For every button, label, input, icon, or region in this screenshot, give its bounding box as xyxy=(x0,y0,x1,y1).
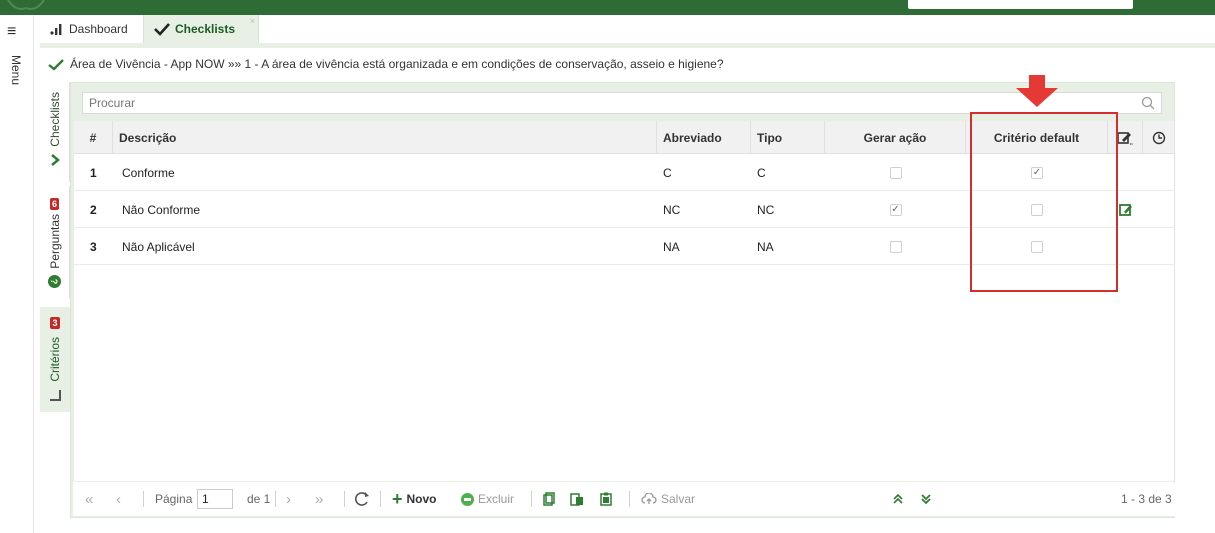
global-search-remnant[interactable] xyxy=(908,0,1133,9)
pager-toolbar: « ‹ Página de 1 › » + Novo Excluir Salva… xyxy=(73,482,1175,516)
cloud-upload-icon xyxy=(641,493,657,504)
refresh-icon[interactable] xyxy=(354,482,370,516)
row-number: 3 xyxy=(90,239,97,254)
row-tipo: NC xyxy=(757,202,775,217)
minus-circle-icon xyxy=(461,492,474,506)
criterios-count-badge: 3 xyxy=(50,317,60,329)
side-tab-criterios-label: Critérios xyxy=(48,337,62,382)
chevron-down-right-icon xyxy=(50,389,61,401)
bar-chart-icon xyxy=(50,24,62,35)
edit-icon xyxy=(1117,131,1133,145)
gerar-acao-checkbox[interactable]: ✓ xyxy=(889,203,902,216)
side-tab-checklists[interactable]: Checklists xyxy=(40,82,70,182)
side-tab-perguntas-label: Perguntas xyxy=(47,214,62,269)
tab-checklists-label: Checklists xyxy=(175,22,236,36)
save-button-label: Salvar xyxy=(661,492,696,506)
tab-bar: Dashboard Checklists × xyxy=(40,15,1215,43)
next-page-icon[interactable]: › xyxy=(286,482,291,516)
side-tab-criterios[interactable]: 3 Critérios xyxy=(40,307,70,412)
row-tipo: NA xyxy=(757,239,774,254)
red-arrow-annotation-icon xyxy=(1016,75,1058,107)
add-button-label: Novo xyxy=(406,492,437,506)
app-top-bar xyxy=(0,0,1215,15)
copy-icon[interactable] xyxy=(543,482,555,516)
gerar-acao-checkbox[interactable] xyxy=(889,240,902,253)
prev-page-icon[interactable]: ‹ xyxy=(116,482,121,516)
row-descricao: Não Aplicável xyxy=(122,239,195,254)
page-label: Página xyxy=(155,492,193,506)
delete-button[interactable]: Excluir xyxy=(461,482,514,516)
menu-label[interactable]: Menu xyxy=(9,55,23,85)
row-number: 1 xyxy=(90,165,97,180)
menu-strip: ≡ Menu xyxy=(0,15,34,533)
chevron-right-icon xyxy=(50,153,60,166)
tab-underline xyxy=(40,43,1215,48)
row-abreviado: NC xyxy=(663,202,681,217)
col-gerar-acao[interactable]: Gerar ação xyxy=(825,121,966,154)
clock-icon xyxy=(1152,131,1165,144)
hamburger-icon[interactable]: ≡ xyxy=(7,24,16,40)
row-abreviado: NA xyxy=(663,239,680,254)
breadcrumb: Área de Vivência - App NOW »» 1 - A área… xyxy=(48,57,724,71)
tab-dashboard[interactable]: Dashboard xyxy=(40,15,143,43)
col-abreviado[interactable]: Abreviado xyxy=(657,121,751,154)
row-descricao: Conforme xyxy=(122,165,175,180)
side-tabs: Checklists 6 Perguntas ? 3 Critérios xyxy=(40,82,70,412)
delete-button-label: Excluir xyxy=(478,492,515,506)
side-tab-perguntas[interactable]: 6 Perguntas ? xyxy=(40,186,70,298)
row-abreviado: C xyxy=(663,165,672,180)
record-count: 1 - 3 de 3 xyxy=(1121,492,1172,506)
search-input[interactable] xyxy=(83,93,1123,113)
tab-dashboard-label: Dashboard xyxy=(69,22,128,36)
plus-icon: + xyxy=(392,488,403,509)
close-icon[interactable]: × xyxy=(250,16,255,26)
perguntas-count-badge: 6 xyxy=(49,198,59,210)
breadcrumb-text: Área de Vivência - App NOW »» 1 - A área… xyxy=(70,57,724,71)
row-tipo: C xyxy=(757,165,766,180)
edit-row-icon[interactable] xyxy=(1118,203,1133,217)
add-button[interactable]: + Novo xyxy=(392,482,437,516)
save-button[interactable]: Salvar xyxy=(641,482,695,516)
collapse-all-icon[interactable] xyxy=(891,482,905,516)
expand-all-icon[interactable] xyxy=(919,482,933,516)
last-page-icon[interactable]: » xyxy=(315,482,323,516)
row-descricao: Não Conforme xyxy=(122,202,201,217)
check-icon xyxy=(48,58,64,71)
first-page-icon[interactable]: « xyxy=(85,482,93,516)
highlight-box-annotation xyxy=(970,112,1118,292)
search-icon[interactable] xyxy=(1141,96,1155,110)
clipboard-icon[interactable] xyxy=(599,482,613,516)
page-number-input[interactable] xyxy=(197,489,233,509)
page-total-label: de 1 xyxy=(247,492,271,506)
row-number: 2 xyxy=(90,202,97,217)
col-number[interactable]: # xyxy=(74,121,113,154)
col-tipo[interactable]: Tipo xyxy=(751,121,825,154)
search-box xyxy=(82,92,1162,114)
check-icon xyxy=(154,23,170,36)
gerar-acao-checkbox[interactable] xyxy=(889,166,902,179)
col-descricao[interactable]: Descrição xyxy=(113,121,657,154)
logo-icon xyxy=(7,0,45,10)
tab-checklists[interactable]: Checklists × xyxy=(143,15,259,43)
paste-icon[interactable] xyxy=(570,482,584,516)
col-history[interactable] xyxy=(1143,121,1174,154)
side-tab-checklists-label: Checklists xyxy=(47,92,62,147)
question-icon: ? xyxy=(48,274,61,288)
